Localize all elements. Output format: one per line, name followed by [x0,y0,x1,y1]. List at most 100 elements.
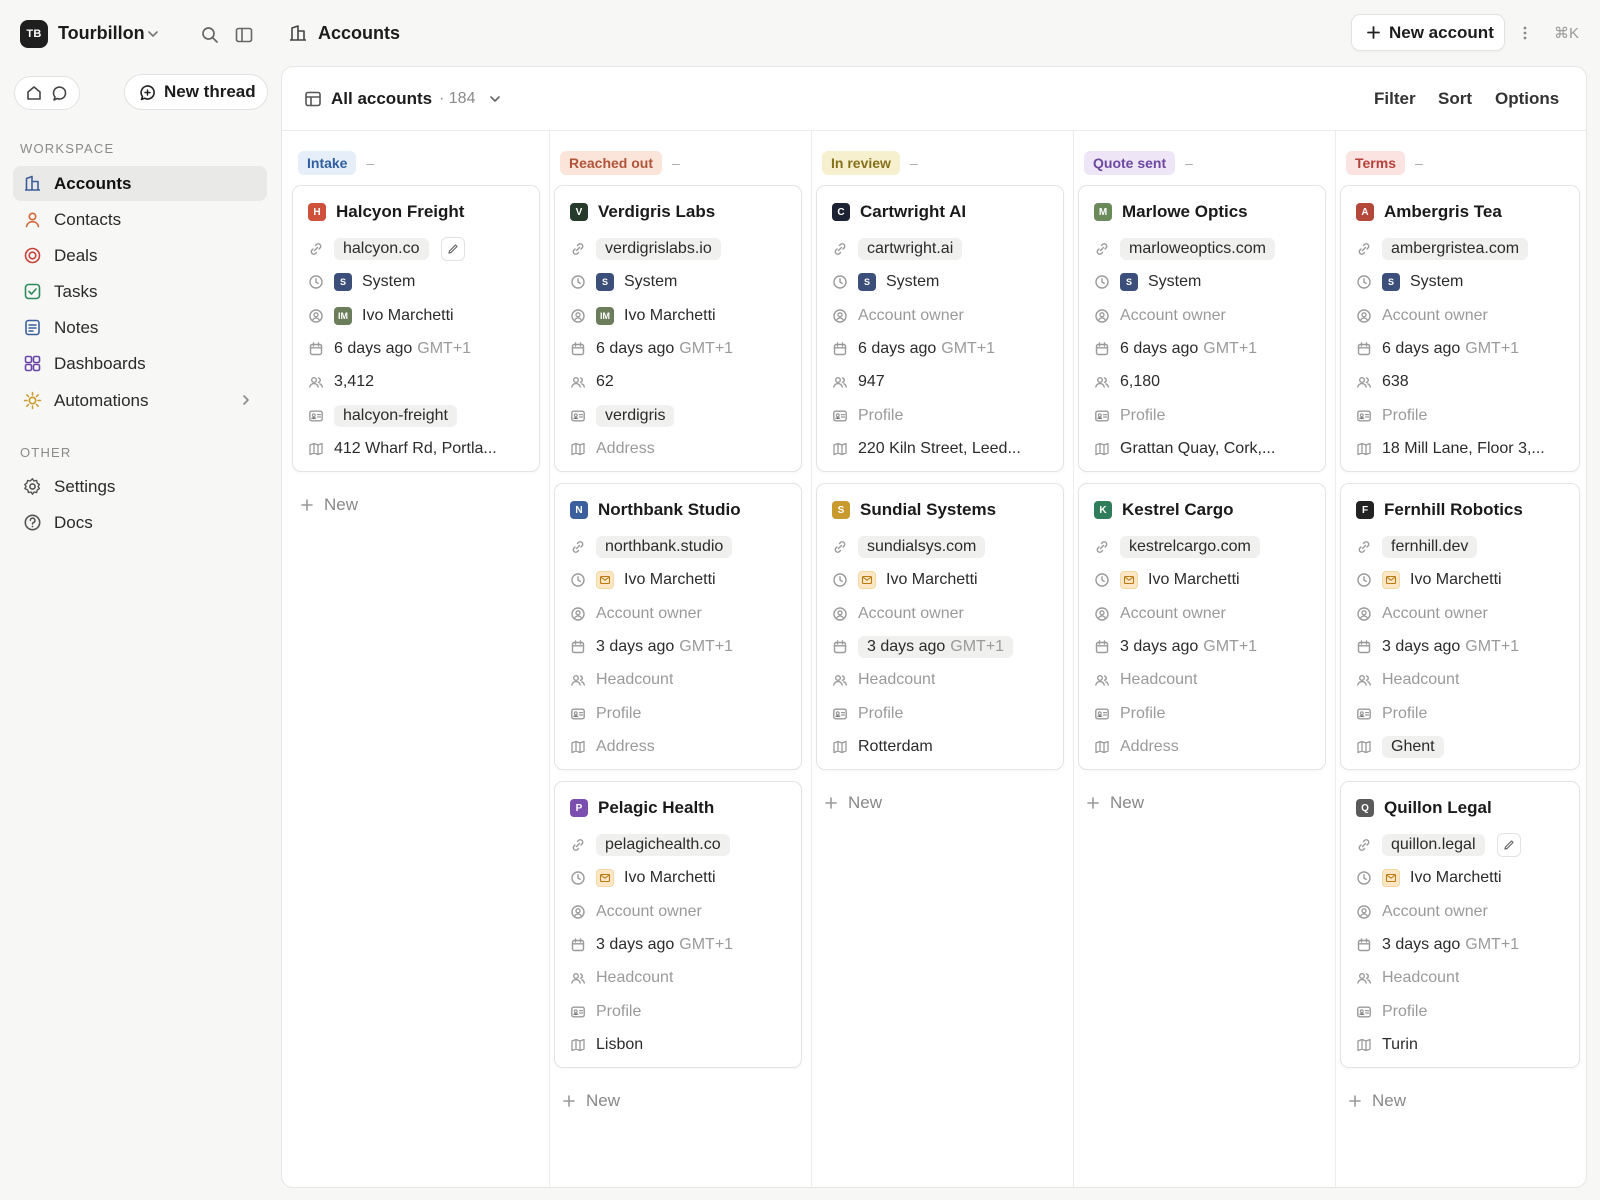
field-address[interactable]: Address [570,436,792,462]
account-name[interactable]: Fernhill Robotics [1384,500,1523,520]
field-source[interactable]: S System [308,269,530,295]
field-profile[interactable]: Profile [1356,403,1578,429]
account-card[interactable]: M Marlowe Optics marloweoptics.com S System A… [1078,185,1326,472]
field-address[interactable]: Rotterdam [832,734,1054,760]
field-owner[interactable]: Account owner [1094,601,1316,627]
more-options-icon[interactable] [1518,22,1532,44]
account-name[interactable]: Ambergris Tea [1384,202,1502,222]
new-thread-button[interactable]: New thread [124,74,268,110]
field-profile[interactable]: Profile [1356,701,1578,727]
domain-value[interactable]: quillon.legal [1382,834,1485,856]
edit-icon[interactable] [440,237,465,261]
account-name[interactable]: Halcyon Freight [336,202,464,222]
workspace-name[interactable]: Tourbillon [58,23,145,44]
domain-value[interactable]: halcyon.co [334,238,429,260]
edit-icon[interactable] [1496,833,1521,857]
field-address[interactable]: 412 Wharf Rd, Portla... [308,436,530,462]
account-name[interactable]: Cartwright AI [860,202,966,222]
account-card[interactable]: K Kestrel Cargo kestrelcargo.com Ivo Marche… [1078,483,1326,770]
search-icon[interactable] [200,25,220,45]
chevron-down-icon[interactable] [488,92,502,106]
field-date[interactable]: 3 days ago GMT+1 [1356,634,1578,660]
field-headcount[interactable]: Headcount [1356,667,1578,693]
field-profile[interactable]: Profile [832,701,1054,727]
add-new-card-button[interactable]: New [300,495,358,515]
field-source[interactable]: S System [1094,269,1316,295]
field-source[interactable]: S System [1356,269,1578,295]
chevron-right-icon[interactable] [239,393,253,407]
account-card[interactable]: S Sundial Systems sundialsys.com Ivo Marche… [816,483,1064,770]
domain-value[interactable]: sundialsys.com [858,536,986,558]
field-profile[interactable]: verdigris [570,403,792,429]
account-name[interactable]: Northbank Studio [598,500,741,520]
field-headcount[interactable]: 3,412 [308,369,530,395]
field-profile[interactable]: Profile [570,701,792,727]
field-date[interactable]: 3 days ago GMT+1 [570,634,792,660]
field-owner[interactable]: Account owner [1094,303,1316,329]
field-date[interactable]: 3 days ago GMT+1 [832,634,1054,660]
home-chat-switcher[interactable] [14,76,80,110]
account-name[interactable]: Pelagic Health [598,798,714,818]
add-new-card-button[interactable]: New [1348,1091,1406,1111]
field-headcount[interactable]: Headcount [832,667,1054,693]
field-domain[interactable]: kestrelcargo.com [1094,534,1316,560]
field-date[interactable]: 3 days ago GMT+1 [1094,634,1316,660]
field-address[interactable]: Lisbon [570,1032,792,1058]
account-card[interactable]: N Northbank Studio northbank.studio Ivo Mar… [554,483,802,770]
field-source[interactable]: Ivo Marchetti [1094,567,1316,593]
sidebar-item-settings[interactable]: Settings [13,469,267,504]
field-source[interactable]: Ivo Marchetti [570,865,792,891]
field-owner[interactable]: Account owner [1356,601,1578,627]
field-source[interactable]: S System [570,269,792,295]
view-title[interactable]: All accounts [331,89,432,109]
field-profile[interactable]: Profile [1094,701,1316,727]
field-domain[interactable]: fernhill.dev [1356,534,1578,560]
column-stage-badge[interactable]: Quote sent [1084,151,1176,175]
field-headcount[interactable]: Headcount [570,965,792,991]
new-account-button[interactable]: New account [1351,14,1505,51]
home-icon[interactable] [25,84,43,102]
field-owner[interactable]: Account owner [832,303,1054,329]
field-domain[interactable]: pelagichealth.co [570,832,792,858]
field-owner[interactable]: IM Ivo Marchetti [308,303,530,329]
account-name[interactable]: Kestrel Cargo [1122,500,1233,520]
account-name[interactable]: Verdigris Labs [598,202,715,222]
column-stage-badge[interactable]: Intake [298,151,357,175]
account-card[interactable]: Q Quillon Legal quillon.legal Ivo Marchetti… [1340,781,1580,1068]
field-headcount[interactable]: Headcount [570,667,792,693]
domain-value[interactable]: kestrelcargo.com [1120,536,1260,558]
field-date[interactable]: 3 days ago GMT+1 [570,932,792,958]
field-date[interactable]: 6 days ago GMT+1 [1356,336,1578,362]
field-headcount[interactable]: 62 [570,369,792,395]
field-owner[interactable]: Account owner [1356,899,1578,925]
field-headcount[interactable]: 638 [1356,369,1578,395]
column-stage-badge[interactable]: Reached out [560,151,663,175]
sidebar-item-docs[interactable]: Docs [13,505,267,540]
add-new-card-button[interactable]: New [824,793,882,813]
field-domain[interactable]: quillon.legal [1356,832,1578,858]
field-owner[interactable]: Account owner [570,601,792,627]
field-profile[interactable]: Profile [1094,403,1316,429]
field-date[interactable]: 6 days ago GMT+1 [570,336,792,362]
field-profile[interactable]: Profile [570,999,792,1025]
field-headcount[interactable]: Headcount [1356,965,1578,991]
field-source[interactable]: Ivo Marchetti [1356,865,1578,891]
sidebar-item-accounts[interactable]: Accounts [13,166,267,201]
sidebar-item-dashboards[interactable]: Dashboards [13,346,267,381]
chevron-down-icon[interactable] [146,27,160,41]
account-card[interactable]: P Pelagic Health pelagichealth.co Ivo March… [554,781,802,1068]
field-domain[interactable]: cartwright.ai [832,236,1054,262]
domain-value[interactable]: pelagichealth.co [596,834,730,856]
add-new-card-button[interactable]: New [1086,793,1144,813]
field-date[interactable]: 6 days ago GMT+1 [832,336,1054,362]
field-source[interactable]: Ivo Marchetti [1356,567,1578,593]
account-card[interactable]: C Cartwright AI cartwright.ai S System Accoun… [816,185,1064,472]
domain-value[interactable]: fernhill.dev [1382,536,1478,558]
domain-value[interactable]: northbank.studio [596,536,733,558]
field-source[interactable]: Ivo Marchetti [832,567,1054,593]
domain-value[interactable]: marloweoptics.com [1120,238,1275,260]
field-owner[interactable]: IM Ivo Marchetti [570,303,792,329]
field-address[interactable]: Grattan Quay, Cork,... [1094,436,1316,462]
field-source[interactable]: S System [832,269,1054,295]
field-address[interactable]: Address [1094,734,1316,760]
